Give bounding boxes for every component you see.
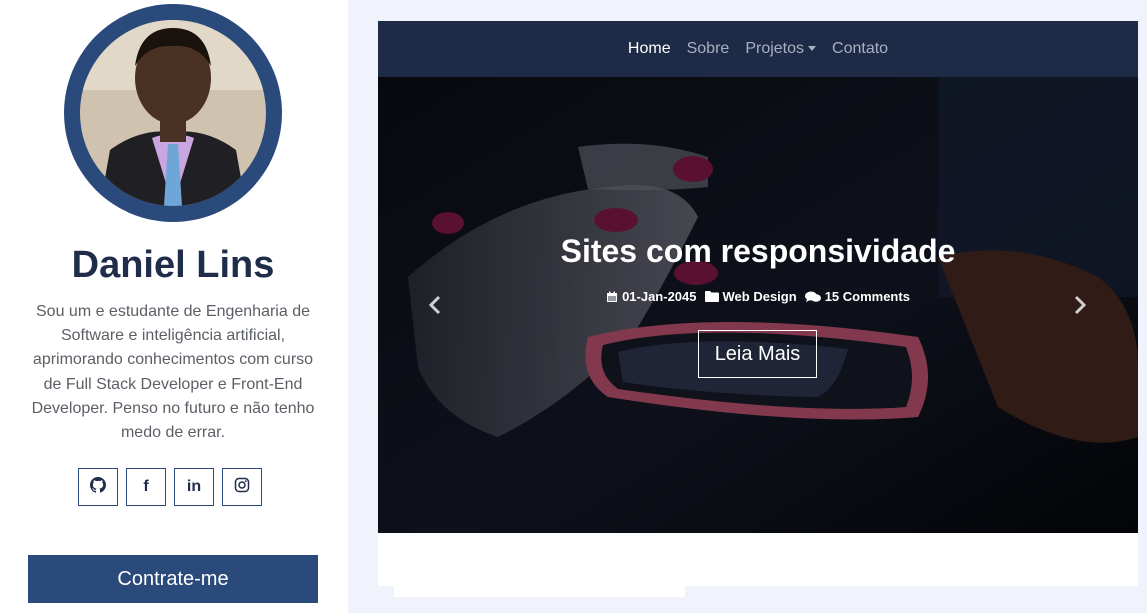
hero-title: Sites com responsividade bbox=[560, 233, 956, 269]
hire-me-button[interactable]: Contrate-me bbox=[28, 555, 318, 603]
github-link[interactable] bbox=[78, 468, 118, 506]
secondary-card bbox=[394, 585, 685, 597]
github-icon bbox=[90, 476, 106, 498]
profile-name: Daniel Lins bbox=[71, 244, 275, 286]
facebook-link[interactable]: f bbox=[126, 468, 166, 506]
nav-projetos-label: Projetos bbox=[745, 40, 805, 57]
hero-meta: 01-Jan-2045 Web Design 15 Comments bbox=[378, 289, 1138, 304]
read-more-button[interactable]: Leia Mais bbox=[698, 330, 817, 378]
hero-carousel: Sites com responsividade 01-Jan-2045 Web… bbox=[378, 77, 1138, 533]
social-links: f in bbox=[78, 468, 262, 506]
profile-bio: Sou um e estudante de Engenharia de Soft… bbox=[31, 303, 315, 442]
instagram-icon bbox=[234, 477, 250, 498]
instagram-link[interactable] bbox=[222, 468, 262, 506]
main-card: Home Sobre Projetos Contato Sites com re… bbox=[378, 21, 1138, 586]
facebook-icon: f bbox=[143, 478, 149, 495]
sidebar: Daniel Lins Sou um e estudante de Engenh… bbox=[0, 0, 348, 613]
linkedin-icon: in bbox=[186, 478, 202, 495]
meta-comments-text: 15 Comments bbox=[824, 289, 910, 304]
meta-date-text: 01-Jan-2045 bbox=[622, 289, 697, 304]
avatar bbox=[80, 20, 266, 206]
meta-date: 01-Jan-2045 bbox=[606, 289, 697, 304]
calendar-icon bbox=[607, 291, 618, 302]
hero-background bbox=[378, 77, 1138, 533]
navbar: Home Sobre Projetos Contato bbox=[378, 21, 1138, 77]
nav-home[interactable]: Home bbox=[628, 40, 671, 58]
nav-contato[interactable]: Contato bbox=[832, 40, 888, 58]
meta-comments: 15 Comments bbox=[804, 289, 910, 304]
nav-sobre[interactable]: Sobre bbox=[687, 40, 730, 58]
nav-projetos[interactable]: Projetos bbox=[745, 40, 817, 58]
linkedin-link[interactable]: in bbox=[174, 468, 214, 506]
folder-icon bbox=[704, 291, 719, 302]
comments-icon bbox=[804, 291, 821, 302]
caret-down-icon bbox=[808, 46, 817, 52]
meta-category-text: Web Design bbox=[722, 289, 797, 304]
meta-category: Web Design bbox=[704, 289, 797, 304]
